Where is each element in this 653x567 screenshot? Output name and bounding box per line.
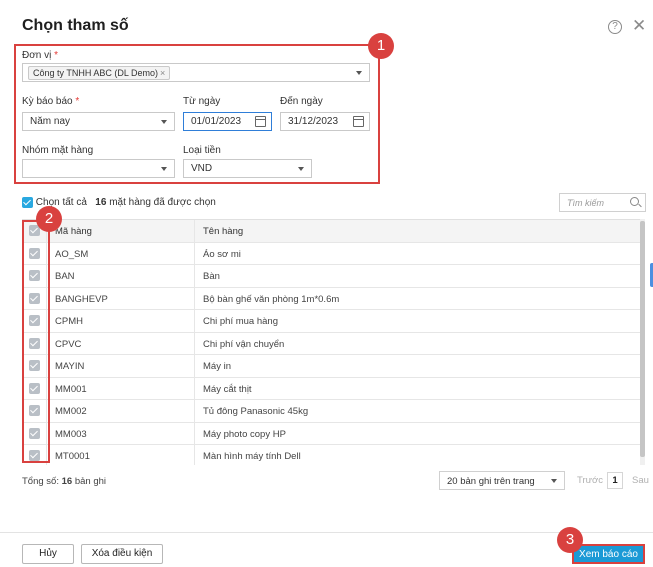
dialog-title: Chọn tham số [22,17,129,34]
cell-name: Bàn [194,265,640,287]
cell-name: Máy in [194,355,640,377]
selected-count-text: mặt hàng đã được chọn [109,197,216,209]
view-report-button[interactable]: Xem báo cáo [572,544,645,564]
callout-2: 2 [36,206,62,232]
parameter-dialog: Chọn tham số ? ✕ Đơn vị * Công ty TNHH A… [0,0,653,567]
cell-code: MT0001 [46,445,194,465]
table-row[interactable]: BAN Bàn [22,265,640,288]
items-table: Mã hàng Tên hàng AO_SM Áo sơ mi BAN Bàn … [22,219,644,465]
cell-code: CPMH [46,310,194,332]
cell-name: Áo sơ mi [194,242,640,265]
checkbox-column-highlight-box [22,220,50,463]
table-row[interactable]: MT0001 Màn hình máy tính Dell [22,445,640,465]
close-icon[interactable]: ✕ [632,17,646,35]
table-row[interactable]: AO_SM Áo sơ mi [22,242,640,265]
table-row[interactable]: MM002 Tủ đông Panasonic 45kg [22,400,640,423]
scrollbar-thumb[interactable] [640,221,645,457]
search-placeholder: Tìm kiếm [567,198,604,208]
search-icon[interactable] [630,197,639,206]
table-row[interactable]: BANGHEVP Bộ bàn ghế văn phòng 1m*0.6m [22,287,640,310]
total-value: 16 [61,476,73,487]
cell-name: Máy cắt thịt [194,377,640,400]
cell-code: MM003 [46,422,194,445]
page-size-select[interactable]: 20 bản ghi trên trang [439,471,565,490]
column-header-name[interactable]: Tên hàng [194,220,640,242]
table-row[interactable]: MAYIN Máy in [22,355,640,378]
table-row[interactable]: MM003 Máy photo copy HP [22,422,640,445]
cell-code: MM002 [46,400,194,422]
cell-name: Bộ bàn ghế văn phòng 1m*0.6m [194,287,640,310]
chevron-down-icon [551,479,557,483]
table-row[interactable]: CPVC Chi phí vận chuyển [22,332,640,355]
callout-1: 1 [368,33,394,59]
cancel-button[interactable]: Hủy [22,544,74,564]
select-all-checkbox[interactable] [22,197,33,208]
selected-count: 16 [95,197,107,209]
table-scrollbar[interactable] [640,219,645,465]
cell-name: Chi phí vận chuyển [194,332,640,355]
table-row[interactable]: MM001 Máy cắt thịt [22,377,640,400]
next-page-button[interactable]: Sau [632,475,649,486]
total-label: Tổng số: [22,476,59,487]
cell-code: MM001 [46,377,194,400]
cell-code: MAYIN [46,355,194,377]
cell-code: AO_SM [46,242,194,265]
cell-code: BAN [46,265,194,287]
column-header-code[interactable]: Mã hàng [46,220,194,242]
callout-3: 3 [557,527,583,553]
record-total: Tổng số: 16 bản ghi [22,476,106,487]
cell-name: Màn hình máy tính Dell [194,445,640,465]
current-page[interactable]: 1 [607,472,623,489]
cell-name: Chi phí mua hàng [194,310,640,332]
table-header: Mã hàng Tên hàng [22,220,640,243]
clear-conditions-button[interactable]: Xóa điều kiện [81,544,163,564]
footer-divider [0,532,653,533]
total-unit: bản ghi [74,476,106,487]
page-size-value: 20 bản ghi trên trang [447,476,535,487]
cell-name: Máy photo copy HP [194,422,640,445]
cell-code: CPVC [46,332,194,355]
search-input[interactable]: Tìm kiếm [559,193,646,212]
prev-page-button[interactable]: Trước [577,475,603,486]
cell-code: BANGHEVP [46,287,194,310]
cell-name: Tủ đông Panasonic 45kg [194,400,640,422]
params-highlight-box [14,44,380,184]
table-row[interactable]: CPMH Chi phí mua hàng [22,310,640,333]
help-icon[interactable]: ? [608,20,622,34]
